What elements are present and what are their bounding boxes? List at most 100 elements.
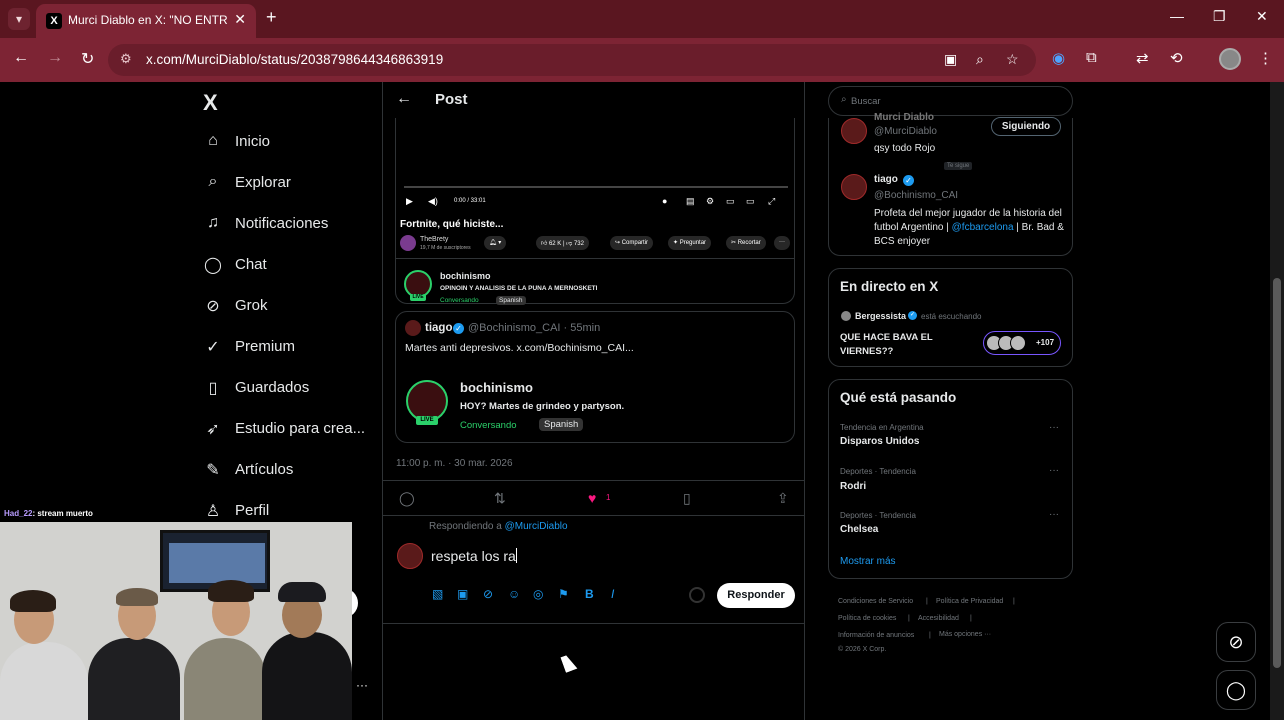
footer-link[interactable]: Información de anuncios [838, 632, 914, 639]
gif-icon[interactable]: ▣ [457, 587, 468, 601]
show-more-link[interactable]: Mostrar más [840, 556, 896, 567]
play-icon[interactable]: ▶ [406, 196, 413, 207]
following-button[interactable]: Siguiendo [991, 117, 1061, 136]
share-icon[interactable]: ⇪ [777, 490, 789, 507]
volume-icon[interactable]: ◀) [428, 196, 438, 207]
minimize-button[interactable]: — [1170, 8, 1184, 24]
grok-icon[interactable]: ⊘ [483, 587, 493, 601]
forward-button[interactable]: → [47, 49, 63, 67]
translate-icon[interactable]: ⇄ [1136, 49, 1149, 67]
post-column: ← Post ▶ ◀) 0:00 / 33:01 ● ▤ ⚙ ▭ ▭ ⤢ For… [382, 82, 805, 720]
browser-menu-icon[interactable]: ⋮ [1258, 49, 1273, 67]
reply-input[interactable]: respeta los ra [431, 548, 681, 564]
webcam-overlay [0, 522, 352, 720]
channel-avatar[interactable] [400, 235, 416, 251]
bell-subscribe-icon[interactable]: 🔔︎ ▾ [484, 236, 507, 250]
reload-button[interactable]: ↻ [81, 49, 94, 69]
search-input[interactable]: ⌕ Buscar [828, 86, 1073, 116]
miniplayer-icon[interactable]: ▭ [726, 196, 735, 207]
ask-button[interactable]: ✦ Preguntar [668, 236, 712, 250]
bio-mention[interactable]: @fcbarcelona [952, 222, 1014, 233]
live-topic[interactable]: QUE HACE BAVA EL VIERNES?? [840, 331, 980, 359]
trend-name[interactable]: Rodri [840, 481, 866, 492]
back-arrow-icon[interactable]: ← [396, 90, 412, 108]
repost-icon[interactable]: ⇅ [494, 490, 506, 507]
embed-name[interactable]: bochinismo [460, 380, 533, 395]
quoted-post[interactable]: tiago ✓ @Bochinismo_CAI · 55min Martes a… [395, 311, 795, 443]
close-window-button[interactable]: ✕ [1256, 8, 1268, 25]
user-avatar[interactable] [841, 174, 867, 200]
quote-avatar[interactable] [405, 320, 421, 336]
bookmark-icon[interactable]: ▯ [683, 490, 691, 507]
reply-button[interactable]: Responder [717, 583, 795, 608]
live-listeners-pill[interactable]: +107 [983, 331, 1061, 355]
trend-name[interactable]: Disparos Unidos [840, 436, 919, 447]
video-progress-bar[interactable] [404, 186, 788, 188]
tab-search-button[interactable]: ▾ [8, 8, 30, 30]
post-timestamp[interactable]: 11:00 p. m. · 30 mar. 2026 [396, 458, 513, 469]
bold-icon[interactable]: B [585, 587, 594, 601]
back-button[interactable]: ← [13, 49, 29, 67]
reply-icon[interactable]: ◯ [399, 490, 415, 507]
relevant-people-panel: Murci Diablo @MurciDiablo Te sigue Sigui… [828, 112, 1073, 256]
trend-more-icon[interactable]: ··· [1049, 509, 1059, 520]
site-info-icon[interactable]: ⚙ [120, 51, 132, 67]
tab-close-icon[interactable]: ✕ [234, 11, 246, 28]
media-icon[interactable]: ▧ [432, 587, 443, 601]
live-host-name[interactable]: Bergessista [855, 311, 906, 321]
history-icon[interactable]: ⟲ [1170, 49, 1183, 67]
quote-author-name[interactable]: tiago [425, 322, 452, 334]
browser-profile-avatar[interactable] [1219, 48, 1241, 70]
scrollbar-thumb[interactable] [1273, 278, 1281, 668]
trend-more-icon[interactable]: ··· [1049, 465, 1059, 476]
replying-handle[interactable]: @MurciDiablo [505, 521, 568, 532]
page-scrollbar[interactable] [1270, 82, 1284, 720]
italic-icon[interactable]: I [611, 587, 614, 601]
footer-link[interactable]: Política de cookies [838, 615, 896, 622]
browser-tab-active[interactable]: X Murci Diablo en X: "NO ENTRE ✕ [36, 4, 256, 38]
live-listening-text: está escuchando [921, 312, 982, 321]
person-hair [10, 590, 56, 612]
tab-title: Murci Diablo en X: "NO ENTRE [68, 13, 228, 27]
theater-icon[interactable]: ▭ [746, 196, 755, 207]
channel-name[interactable]: TheBrety [420, 236, 448, 243]
trend-name[interactable]: Chelsea [840, 524, 878, 535]
clip-button[interactable]: ✂ Recortar [726, 236, 766, 250]
autoplay-icon[interactable]: ● [662, 196, 667, 206]
zoom-icon[interactable]: ⌕ [976, 51, 984, 68]
extension-icon[interactable]: ◉ [1052, 49, 1065, 67]
footer-more-options[interactable]: Más opciones ··· [939, 631, 991, 638]
video-card[interactable]: ▶ ◀) 0:00 / 33:01 ● ▤ ⚙ ▭ ▭ ⤢ Fortnite, … [395, 118, 795, 305]
user-avatar[interactable] [841, 118, 867, 144]
grok-float-icon[interactable]: ⊘ [1216, 622, 1256, 662]
footer-link[interactable]: Accesibilidad [918, 615, 959, 622]
like-dislike-pill[interactable]: 👍︎ 62 K | 👎︎ 732 [536, 236, 589, 250]
embed-name[interactable]: bochinismo [440, 271, 491, 281]
settings-icon[interactable]: ⚙ [706, 196, 714, 207]
user-name[interactable]: Murci Diablo [874, 112, 934, 123]
messages-float-icon[interactable]: ◯ [1216, 670, 1256, 710]
flag-icon[interactable]: ⚑ [558, 587, 569, 601]
like-icon[interactable]: ♥ [588, 490, 596, 506]
fullscreen-icon[interactable]: ⤢ [768, 196, 775, 207]
share-button[interactable]: ↪ Compartir [610, 236, 654, 250]
composer-avatar[interactable] [397, 543, 423, 569]
install-app-icon[interactable]: ▣ [944, 51, 957, 68]
x-logo-icon[interactable]: X [203, 90, 218, 116]
user-name[interactable]: tiago [874, 174, 898, 185]
address-bar[interactable]: ⚙ x.com/MurciDiablo/status/2038798644346… [108, 44, 1036, 76]
more-icon[interactable]: ··· [356, 678, 368, 692]
footer-link[interactable]: Condiciones de Servicio [838, 598, 913, 605]
footer-link[interactable]: Política de Privacidad [936, 598, 1003, 605]
extensions-puzzle-icon[interactable]: ⧉ [1086, 49, 1097, 66]
chat-user: Had_22 [4, 509, 33, 518]
new-tab-button[interactable]: + [266, 7, 277, 28]
more-icon[interactable]: ··· [774, 236, 790, 250]
ask-label: Preguntar [679, 240, 707, 246]
maximize-button[interactable]: ❐ [1213, 8, 1226, 25]
bookmark-star-icon[interactable]: ☆ [1006, 51, 1019, 68]
location-icon[interactable]: ◎ [533, 587, 543, 601]
trend-more-icon[interactable]: ··· [1049, 422, 1059, 433]
emoji-icon[interactable]: ☺ [508, 587, 520, 601]
subtitles-icon[interactable]: ▤ [686, 196, 695, 207]
